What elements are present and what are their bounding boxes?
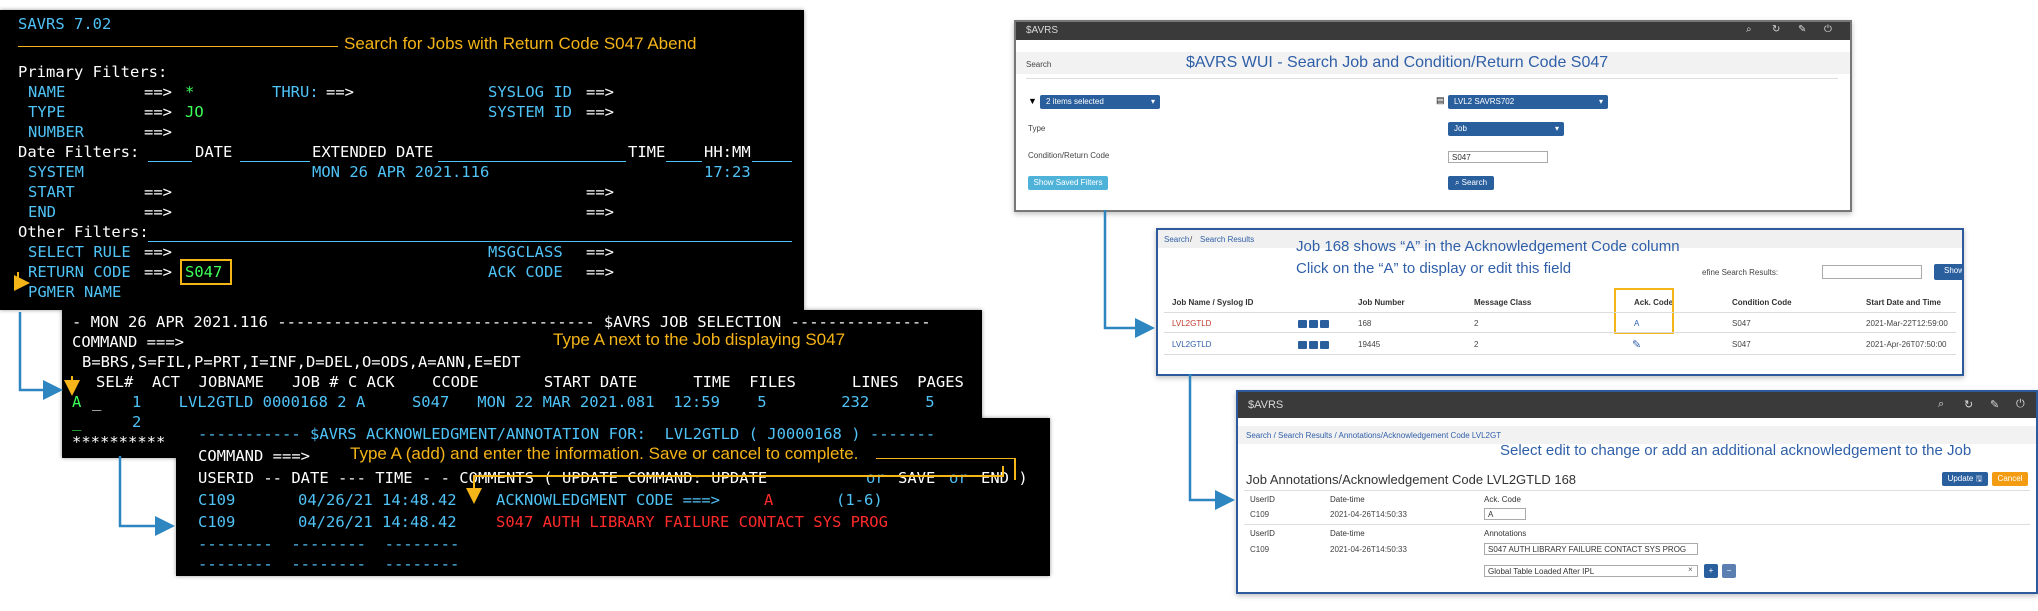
row-ack-code-link[interactable]: A <box>1634 319 1639 328</box>
ack-code-highlight <box>1614 288 1674 334</box>
show-saved-filters-button[interactable]: Show Saved Filters <box>1028 176 1108 190</box>
clear-icon[interactable]: × <box>1688 565 1693 574</box>
annotation-select-edit: Select edit to change or add an addition… <box>1500 442 1972 459</box>
annotation-input-1[interactable]: S047 AUTH LIBRARY FAILURE CONTACT SYS PR… <box>1484 543 1698 555</box>
wui-annotations-panel: $AVRS ⌕ ↻ ✎ ⏻ Search / Search Results / … <box>1236 390 2038 594</box>
row-job-number: 19445 <box>1358 340 1381 349</box>
breadcrumb-search[interactable]: Search <box>1026 60 1051 69</box>
annotations-header: Annotations <box>1484 529 1527 538</box>
condition-input[interactable]: S047 <box>1448 151 1548 163</box>
info-icon[interactable] <box>1309 320 1318 328</box>
annotation-wui-search: $AVRS WUI - Search Job and Condition/Ret… <box>1186 54 1609 71</box>
breadcrumb[interactable]: Search / Search Results / Annotations/Ac… <box>1246 431 1501 440</box>
search-button-label: Search <box>1461 178 1488 187</box>
refine-input[interactable] <box>1822 265 1922 279</box>
history-icon[interactable]: ↻ <box>1772 24 1780 35</box>
col-start-date[interactable]: Start Date and Time <box>1866 298 1941 307</box>
row-message-class: 2 <box>1474 319 1479 328</box>
delete-icon[interactable] <box>1320 341 1329 349</box>
view-icon[interactable] <box>1298 320 1307 328</box>
tools-icon[interactable]: ✎ <box>1990 398 1999 411</box>
edit-icon[interactable]: ✎ <box>1632 338 1641 351</box>
row-start-date: 2021-Mar-22T12:59:00 <box>1866 319 1948 328</box>
tools-icon[interactable]: ✎ <box>1798 24 1806 35</box>
type-dropdown[interactable]: Job <box>1448 122 1564 136</box>
filter-icon: ▼ <box>1028 96 1037 106</box>
row-condition-code: S047 <box>1732 319 1751 328</box>
datetime-header: Date-time <box>1330 495 1365 504</box>
view-icon[interactable] <box>1298 341 1307 349</box>
remove-annotation-button[interactable]: − <box>1722 564 1736 578</box>
search-icon[interactable]: ⌕ <box>1938 398 1944 411</box>
annotation-job-168-2: Click on the “A” to display or edit this… <box>1296 260 1572 277</box>
info-icon[interactable] <box>1309 341 1318 349</box>
show-button[interactable]: Show <box>1934 264 1962 280</box>
col-job-number[interactable]: Job Number <box>1358 298 1405 307</box>
wui-search-panel: $AVRS ⌕ ↻ ✎ ⏻ Search $AVRS WUI - Search … <box>1014 20 1852 212</box>
delete-icon[interactable] <box>1320 320 1329 328</box>
r2-date: 2021-04-26T14:50:33 <box>1330 545 1407 554</box>
annotation-input-2[interactable]: Global Table Loaded After IPL <box>1484 565 1698 577</box>
power-icon[interactable]: ⏻ <box>1824 24 1832 35</box>
type-label: Type <box>1028 124 1046 133</box>
row-condition-code: S047 <box>1732 340 1751 349</box>
search-icon[interactable]: ⌕ <box>1746 24 1752 35</box>
ack-code-header: Ack. Code <box>1484 495 1521 504</box>
row-start-date: 2021-Apr-26T07:50:00 <box>1866 340 1947 349</box>
database-icon: ▤ <box>1436 95 1445 105</box>
add-annotation-button[interactable]: + <box>1704 564 1718 578</box>
datetime-header: Date-time <box>1330 529 1365 538</box>
row-job-number: 168 <box>1358 319 1372 328</box>
annotation-job-168-1: Job 168 shows “A” in the Acknowledgement… <box>1296 238 1680 255</box>
connector-arrows-right <box>1103 210 1235 510</box>
brand: $AVRS <box>1026 25 1059 36</box>
page-title: Job Annotations/Acknowledgement Code LVL… <box>1246 472 1577 487</box>
search-button[interactable]: ⌕ Search <box>1448 176 1494 190</box>
ack-code-input[interactable]: A <box>1484 508 1526 520</box>
refine-label: efine Search Results: <box>1702 268 1779 277</box>
cancel-button[interactable]: Cancel <box>1992 472 2028 486</box>
filter-dropdown[interactable]: 2 items selected <box>1040 95 1160 109</box>
col-message-class[interactable]: Message Class <box>1474 298 1531 307</box>
history-icon[interactable]: ↻ <box>1964 398 1973 411</box>
environment-dropdown[interactable]: LVL2 SAVRS702 <box>1448 95 1608 109</box>
power-icon[interactable]: ⏻ <box>2016 398 2025 411</box>
connector-arrows-left <box>14 272 1004 536</box>
update-button-label: Update <box>1947 474 1974 483</box>
condition-label: Condition/Return Code <box>1028 151 1110 160</box>
update-button[interactable]: Update 🖫 <box>1942 472 1988 486</box>
r1-date: 2021-04-26T14:50:33 <box>1330 510 1407 519</box>
row-message-class: 2 <box>1474 340 1479 349</box>
col-condition-code[interactable]: Condition Code <box>1732 298 1792 307</box>
